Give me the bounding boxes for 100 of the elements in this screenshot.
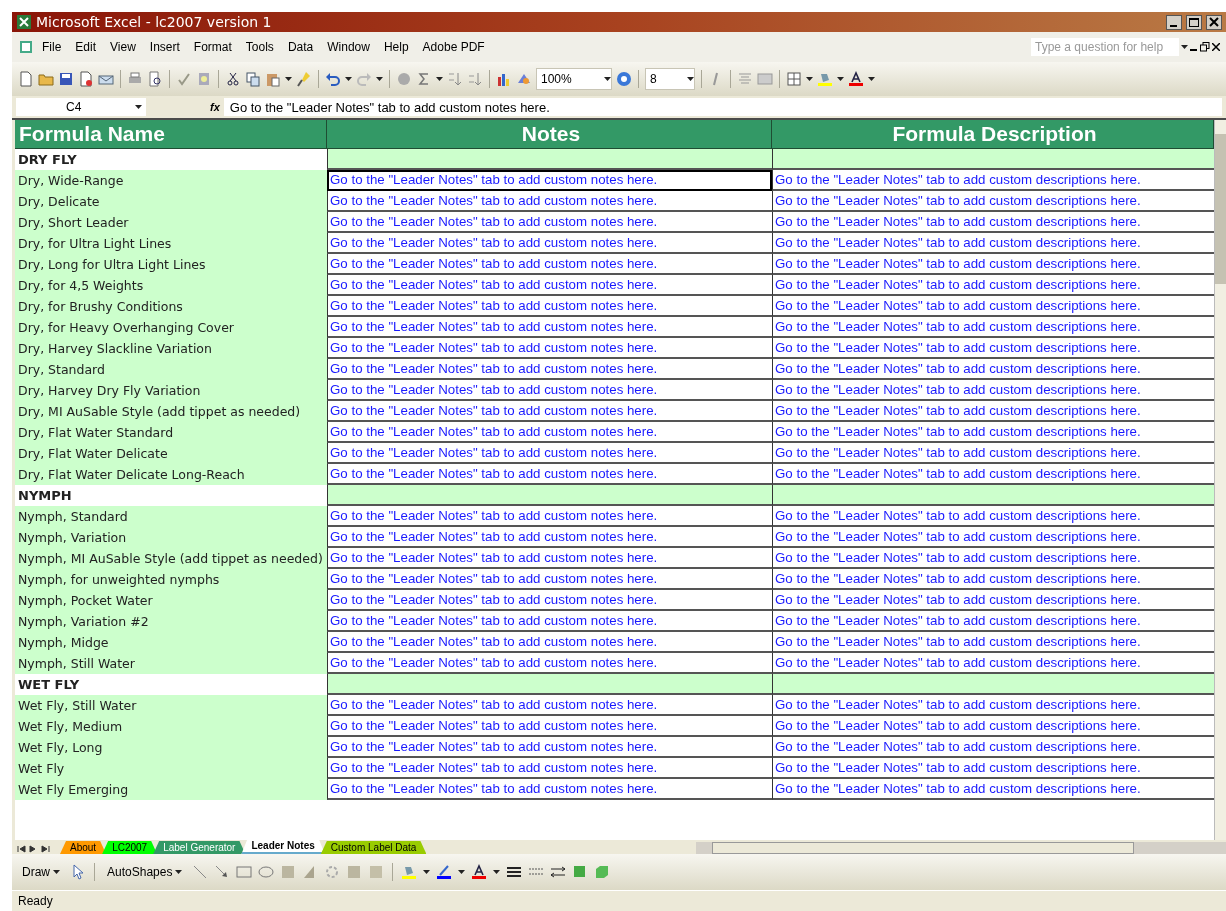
horizontal-scrollbar[interactable] bbox=[696, 842, 1226, 854]
workbook-icon[interactable] bbox=[18, 39, 34, 55]
fill-color-icon[interactable] bbox=[401, 864, 418, 880]
font-color-icon[interactable] bbox=[471, 864, 488, 880]
table-cell[interactable]: Go to the "Leader Notes" tab to add custom notes here. bbox=[327, 254, 772, 275]
table-cell[interactable]: Go to the "Leader Notes" tab to add custom notes here. bbox=[327, 569, 772, 590]
sheet-tab[interactable]: Leader Notes bbox=[241, 839, 325, 854]
table-cell[interactable]: Go to the "Leader Notes" tab to add custom notes here. bbox=[327, 527, 772, 548]
caret-icon[interactable] bbox=[135, 105, 142, 109]
help-caret-icon[interactable] bbox=[1181, 45, 1188, 49]
caret-icon[interactable] bbox=[806, 77, 813, 81]
fill-color-icon[interactable] bbox=[817, 71, 833, 87]
clip-art-icon[interactable] bbox=[346, 864, 363, 880]
table-cell[interactable]: Go to the "Leader Notes" tab to add custom notes here. bbox=[327, 548, 772, 569]
line-icon[interactable] bbox=[192, 864, 209, 880]
autoshapes-menu-button[interactable]: AutoShapes bbox=[103, 863, 187, 881]
borders-icon[interactable] bbox=[786, 71, 802, 87]
menu-item[interactable]: Tools bbox=[239, 38, 280, 56]
table-cell[interactable]: Go to the "Leader Notes" tab to add custom notes here. bbox=[327, 758, 772, 779]
table-cell[interactable]: Go to the "Leader Notes" tab to add custom notes here. bbox=[327, 233, 772, 254]
format-painter-icon[interactable] bbox=[296, 71, 312, 87]
menu-item[interactable]: Data bbox=[281, 38, 320, 56]
table-cell[interactable]: Go to the "Leader Notes" tab to add custom notes here. bbox=[327, 401, 772, 422]
line-style-icon[interactable] bbox=[506, 864, 523, 880]
menu-item[interactable]: Edit bbox=[69, 38, 103, 56]
table-cell[interactable]: Go to the "Leader Notes" tab to add custom notes here. bbox=[327, 296, 772, 317]
table-cell[interactable]: Go to the "Leader Notes" tab to add custom notes here. bbox=[327, 380, 772, 401]
menu-item[interactable]: Format bbox=[187, 38, 238, 56]
new-document-icon[interactable] bbox=[18, 71, 34, 87]
caret-icon[interactable] bbox=[837, 77, 844, 81]
permission-icon[interactable] bbox=[78, 71, 94, 87]
table-cell[interactable]: Go to the "Leader Notes" tab to add custom notes here. bbox=[327, 170, 772, 191]
caret-icon[interactable] bbox=[436, 77, 443, 81]
caret-icon[interactable] bbox=[175, 870, 183, 874]
caret-icon[interactable] bbox=[423, 870, 431, 874]
menu-item[interactable]: View bbox=[104, 38, 142, 56]
chart-icon[interactable] bbox=[496, 71, 512, 87]
help-icon[interactable] bbox=[616, 71, 632, 87]
caret-icon[interactable] bbox=[458, 870, 466, 874]
table-cell[interactable]: Go to the "Leader Notes" tab to add custom notes here. bbox=[327, 632, 772, 653]
menu-item[interactable]: Adobe PDF bbox=[416, 38, 491, 56]
table-cell[interactable]: Go to the "Leader Notes" tab to add custom notes here. bbox=[327, 716, 772, 737]
paste-icon[interactable] bbox=[265, 71, 281, 87]
table-cell[interactable]: Go to the "Leader Notes" tab to add custom notes here. bbox=[327, 275, 772, 296]
font-color-icon[interactable] bbox=[848, 71, 864, 87]
caret-icon[interactable] bbox=[604, 77, 611, 81]
undo-icon[interactable] bbox=[325, 71, 341, 87]
caret-icon[interactable] bbox=[376, 77, 383, 81]
merge-cells-icon[interactable] bbox=[757, 71, 773, 87]
copy-icon[interactable] bbox=[245, 71, 261, 87]
table-cell[interactable]: Go to the "Leader Notes" tab to add custom notes here. bbox=[327, 422, 772, 443]
line-color-icon[interactable] bbox=[436, 864, 453, 880]
sheet-tab[interactable]: Custom Label Data bbox=[320, 841, 427, 854]
table-cell[interactable]: Go to the "Leader Notes" tab to add custom notes here. bbox=[327, 695, 772, 716]
caret-icon[interactable] bbox=[687, 77, 694, 81]
print-preview-icon[interactable] bbox=[147, 71, 163, 87]
cut-icon[interactable] bbox=[225, 71, 241, 87]
folder-icon[interactable] bbox=[38, 71, 54, 87]
restore-icon[interactable] bbox=[1200, 42, 1210, 52]
formula-field[interactable]: Go to the "Leader Notes" tab to add custom notes here. bbox=[223, 98, 1222, 116]
close-icon[interactable] bbox=[1212, 43, 1220, 51]
table-cell[interactable]: Go to the "Leader Notes" tab to add custom notes here. bbox=[327, 506, 772, 527]
table-cell[interactable]: Go to the "Leader Notes" tab to add custom notes here. bbox=[327, 779, 772, 800]
table-cell[interactable]: Go to the "Leader Notes" tab to add custom notes here. bbox=[327, 212, 772, 233]
table-cell[interactable]: Go to the "Leader Notes" tab to add custom notes here. bbox=[327, 317, 772, 338]
table-cell[interactable]: Go to the "Leader Notes" tab to add custom notes here. bbox=[327, 443, 772, 464]
sheet-tab[interactable]: Label Generator bbox=[153, 841, 246, 854]
menu-item[interactable]: Window bbox=[321, 38, 376, 56]
pointer-icon[interactable] bbox=[70, 864, 86, 880]
caret-icon[interactable] bbox=[285, 77, 292, 81]
draw-menu-button[interactable]: Draw bbox=[18, 863, 64, 881]
excel-logo-icon[interactable] bbox=[16, 14, 32, 30]
sort-descending-icon[interactable] bbox=[467, 71, 483, 87]
minimize-button[interactable] bbox=[1166, 14, 1182, 30]
caret-icon[interactable] bbox=[53, 870, 60, 874]
font-size-dropdown[interactable]: 8 bbox=[645, 68, 695, 90]
help-search-field[interactable]: Type a question for help bbox=[1031, 38, 1179, 56]
menu-item[interactable]: Insert bbox=[143, 38, 186, 56]
arrow-style-icon[interactable] bbox=[550, 864, 567, 880]
maximize-button[interactable] bbox=[1186, 14, 1202, 30]
table-cell[interactable]: Go to the "Leader Notes" tab to add custom notes here. bbox=[327, 590, 772, 611]
vertical-scrollbar[interactable] bbox=[1214, 120, 1226, 840]
zoom-dropdown[interactable]: 100% bbox=[536, 68, 612, 90]
table-cell[interactable]: Go to the "Leader Notes" tab to add custom notes here. bbox=[327, 737, 772, 758]
oval-icon[interactable] bbox=[258, 864, 275, 880]
caret-icon[interactable] bbox=[868, 77, 875, 81]
name-box[interactable]: C4 bbox=[16, 98, 146, 116]
close-button[interactable] bbox=[1206, 14, 1222, 30]
table-cell[interactable]: Go to the "Leader Notes" tab to add custom notes here. bbox=[327, 338, 772, 359]
menu-item[interactable]: Help bbox=[377, 38, 415, 56]
table-cell[interactable]: Go to the "Leader Notes" tab to add custom notes here. bbox=[327, 611, 772, 632]
table-cell[interactable]: Go to the "Leader Notes" tab to add custom notes here. bbox=[327, 191, 772, 212]
menu-item[interactable]: File bbox=[36, 38, 68, 56]
caret-icon[interactable] bbox=[345, 77, 352, 81]
caret-icon[interactable] bbox=[493, 870, 501, 874]
table-cell[interactable]: Go to the "Leader Notes" tab to add custom notes here. bbox=[327, 359, 772, 380]
spelling-icon[interactable] bbox=[176, 71, 192, 87]
table-cell[interactable]: Go to the "Leader Notes" tab to add custom notes here. bbox=[327, 464, 772, 485]
function-button[interactable]: fx bbox=[210, 101, 220, 113]
table-cell[interactable]: Go to the "Leader Notes" tab to add custom notes here. bbox=[327, 653, 772, 674]
